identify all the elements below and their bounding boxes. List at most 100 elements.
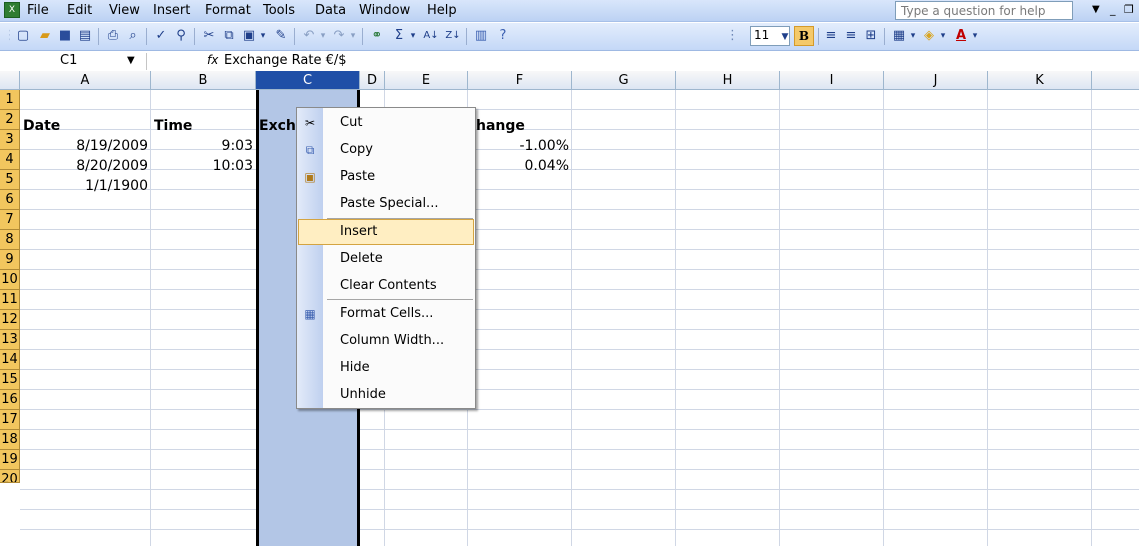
cut-icon[interactable]: ✂ <box>200 27 218 45</box>
row-header-2[interactable]: 2 <box>0 110 20 130</box>
save-icon[interactable]: ■ <box>56 27 74 45</box>
insert-function-icon[interactable]: fx <box>207 53 218 67</box>
cell-b3[interactable]: 10:03 <box>151 156 255 176</box>
help-dropdown-icon[interactable]: ▼ <box>1092 4 1100 15</box>
restore-icon[interactable]: ❐ <box>1124 3 1134 16</box>
cell-a3[interactable]: 8/20/2009 <box>20 156 150 176</box>
row-header-9[interactable]: 9 <box>0 250 20 270</box>
fill-color-dropdown-icon[interactable]: ▾ <box>938 27 948 45</box>
cell-a2[interactable]: 8/19/2009 <box>20 136 150 156</box>
menu-item-hide[interactable]: Hide <box>298 355 474 381</box>
row-header-14[interactable]: 14 <box>0 350 20 370</box>
redo-dropdown-icon[interactable]: ▾ <box>348 27 358 45</box>
column-header-a[interactable]: A <box>20 71 151 90</box>
column-header-b[interactable]: B <box>151 71 256 90</box>
menu-item-clear-contents[interactable]: Clear Contents <box>298 273 474 299</box>
autosum-dropdown-icon[interactable]: ▾ <box>408 27 418 45</box>
row-header-20[interactable]: 20 <box>0 470 20 483</box>
merge-center-icon[interactable]: ⊞ <box>862 27 880 45</box>
align-left-icon[interactable]: ≡ <box>822 27 840 45</box>
chart-wizard-icon[interactable]: ▥ <box>472 27 490 45</box>
menu-item-insert[interactable]: Insert <box>298 219 474 245</box>
research-icon[interactable]: ⚲ <box>172 27 190 45</box>
cell-b1[interactable]: Time <box>154 116 254 136</box>
row-header-15[interactable]: 15 <box>0 370 20 390</box>
cell-a4[interactable]: 1/1/1900 <box>20 176 150 196</box>
menu-edit[interactable]: Edit <box>67 3 92 18</box>
help-icon[interactable]: ? <box>494 27 512 45</box>
menu-help[interactable]: Help <box>427 3 457 18</box>
name-box-dropdown-icon[interactable]: ▼ <box>127 55 135 66</box>
row-header-3[interactable]: 3 <box>0 130 20 150</box>
cell-f2[interactable]: -1.00% <box>468 136 571 156</box>
menu-item-paste[interactable]: ▣ Paste <box>298 164 474 190</box>
hyperlink-icon[interactable]: ⚭ <box>368 27 386 45</box>
column-header-d[interactable]: D <box>360 71 385 90</box>
row-header-8[interactable]: 8 <box>0 230 20 250</box>
cell-b2[interactable]: 9:03 <box>151 136 255 156</box>
column-header-f[interactable]: F <box>468 71 572 90</box>
menu-tools[interactable]: Tools <box>263 3 295 18</box>
row-header-6[interactable]: 6 <box>0 190 20 210</box>
autosum-icon[interactable]: Σ <box>390 27 408 45</box>
undo-dropdown-icon[interactable]: ▾ <box>318 27 328 45</box>
sort-descending-icon[interactable]: Z↓ <box>444 27 462 45</box>
spelling-icon[interactable]: ✓ <box>152 27 170 45</box>
column-header-j[interactable]: J <box>884 71 988 90</box>
menu-view[interactable]: View <box>109 3 140 18</box>
minimize-icon[interactable]: _ <box>1110 3 1116 16</box>
select-all-corner[interactable] <box>0 71 20 90</box>
menu-format[interactable]: Format <box>205 3 251 18</box>
permission-icon[interactable]: ▤ <box>76 27 94 45</box>
excel-app-icon[interactable]: X <box>4 2 20 18</box>
row-header-16[interactable]: 16 <box>0 390 20 410</box>
cell-c1[interactable]: Exch <box>259 116 299 136</box>
menu-item-column-width[interactable]: Column Width... <box>298 328 474 354</box>
borders-dropdown-icon[interactable]: ▾ <box>908 27 918 45</box>
cell-a1[interactable]: Date <box>23 116 149 136</box>
print-icon[interactable]: ⎙ <box>104 27 122 45</box>
column-header-c[interactable]: C <box>256 71 360 90</box>
borders-icon[interactable]: ▦ <box>890 27 908 45</box>
formula-content[interactable]: Exchange Rate €/$ <box>224 53 347 68</box>
paste-icon[interactable]: ▣ <box>240 27 258 45</box>
row-header-4[interactable]: 4 <box>0 150 20 170</box>
print-preview-icon[interactable]: ⌕ <box>124 27 142 45</box>
align-center-icon[interactable]: ≡ <box>842 27 860 45</box>
row-header-19[interactable]: 19 <box>0 450 20 470</box>
copy-icon[interactable]: ⧉ <box>220 27 238 45</box>
row-header-7[interactable]: 7 <box>0 210 20 230</box>
column-header-l[interactable] <box>1092 71 1139 90</box>
new-icon[interactable]: ▢ <box>14 27 32 45</box>
font-color-icon[interactable]: A <box>952 27 970 45</box>
undo-icon[interactable]: ↶ <box>300 27 318 45</box>
column-header-e[interactable]: E <box>385 71 468 90</box>
menu-insert[interactable]: Insert <box>153 3 190 18</box>
fill-color-icon[interactable]: ◈ <box>920 27 938 45</box>
menu-item-cut[interactable]: ✂ Cut <box>298 110 474 136</box>
open-icon[interactable]: ▰ <box>36 27 54 45</box>
column-header-k[interactable]: K <box>988 71 1092 90</box>
menu-item-unhide[interactable]: Unhide <box>298 382 474 408</box>
menu-file[interactable]: File <box>27 3 49 18</box>
row-header-1[interactable]: 1 <box>0 90 20 110</box>
bold-button[interactable]: B <box>794 26 814 46</box>
toolbar-options-icon[interactable]: ⋮ <box>726 27 736 45</box>
font-color-dropdown-icon[interactable]: ▾ <box>970 27 980 45</box>
column-header-i[interactable]: I <box>780 71 884 90</box>
row-header-18[interactable]: 18 <box>0 430 20 450</box>
redo-icon[interactable]: ↷ <box>330 27 348 45</box>
cell-f3[interactable]: 0.04% <box>468 156 571 176</box>
column-header-g[interactable]: G <box>572 71 676 90</box>
row-header-11[interactable]: 11 <box>0 290 20 310</box>
row-header-17[interactable]: 17 <box>0 410 20 430</box>
menu-item-copy[interactable]: ⧉ Copy <box>298 137 474 163</box>
menu-item-delete[interactable]: Delete <box>298 246 474 272</box>
row-header-13[interactable]: 13 <box>0 330 20 350</box>
cell-f1[interactable]: hange <box>476 116 566 136</box>
format-painter-icon[interactable]: ✎ <box>272 27 290 45</box>
sort-ascending-icon[interactable]: A↓ <box>422 27 440 45</box>
column-header-h[interactable]: H <box>676 71 780 90</box>
help-search-input[interactable]: Type a question for help <box>895 1 1073 20</box>
menu-data[interactable]: Data <box>315 3 346 18</box>
